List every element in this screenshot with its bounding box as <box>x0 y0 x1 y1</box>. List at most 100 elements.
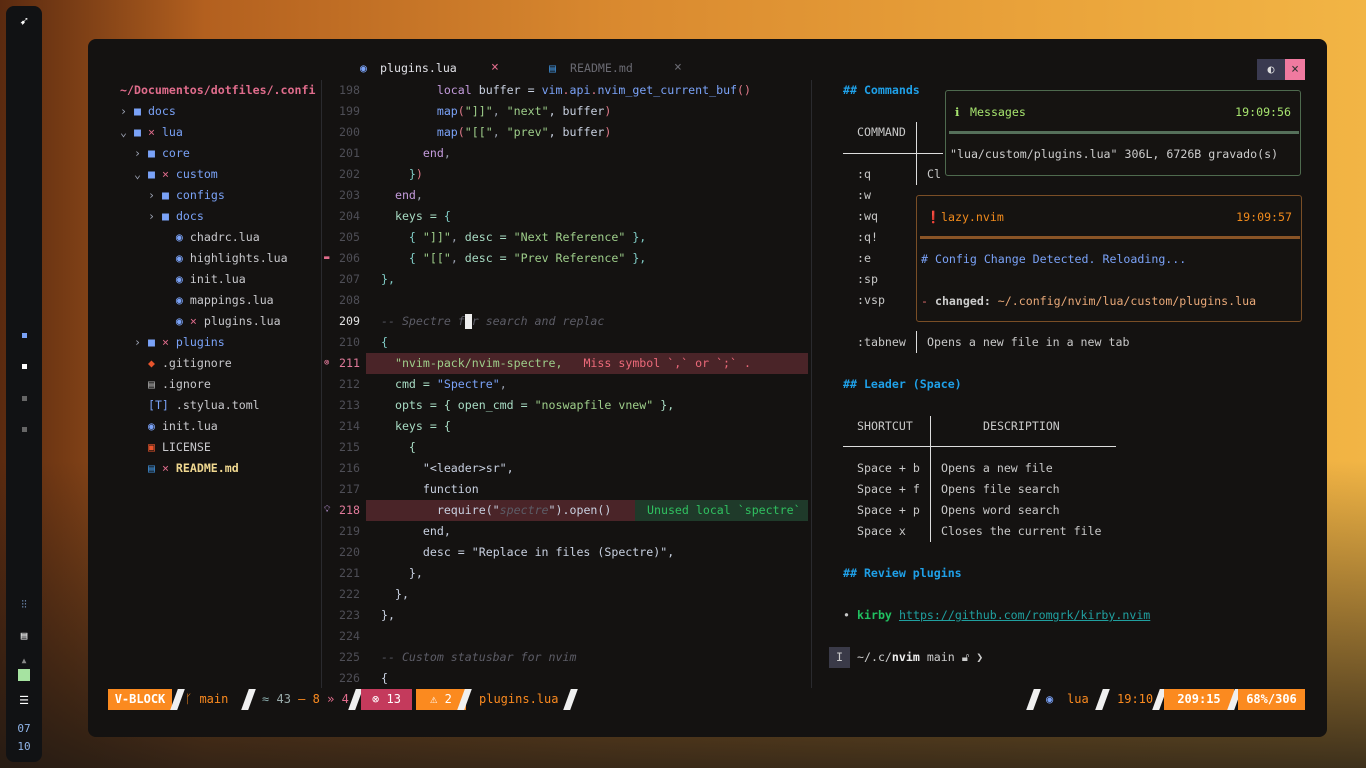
tree-item[interactable]: ◉ × plugins.lua <box>148 311 281 332</box>
tab-plugins-lua[interactable]: plugins.lua <box>380 61 457 75</box>
sliders-icon[interactable]: ☰ <box>6 694 42 707</box>
tree-item[interactable]: › ■ docs <box>148 206 204 227</box>
modified-icon: × <box>161 461 176 475</box>
code-line[interactable]: require("spectre").open() <box>381 500 612 521</box>
diagnostic-message: Unused local `spectre` <box>635 500 808 521</box>
tree-item[interactable]: › ■ docs <box>120 101 176 122</box>
line-number: 226 <box>339 671 360 685</box>
tree-item[interactable]: ◉ chadrc.lua <box>148 227 260 248</box>
notification-lazy[interactable]: ❗ lazy.nvim 19:09:57 # Config Change Det… <box>916 195 1302 322</box>
code-line[interactable]: "<leader>sr", <box>381 458 514 479</box>
shortcut-key: Space + p <box>857 503 920 517</box>
notification-messages[interactable]: ℹ Messages 19:09:56 "lua/custom/plugins.… <box>945 90 1301 176</box>
workspace-2-icon[interactable] <box>6 359 42 372</box>
code-line[interactable]: -- Custom statusbar for nvim <box>381 647 576 668</box>
warning-count[interactable]: 2 <box>445 692 452 706</box>
tree-item[interactable]: › ■ configs <box>148 185 225 206</box>
code-line[interactable]: function <box>381 479 479 500</box>
code-line[interactable]: cmd = "Spectre", <box>381 374 507 395</box>
tab-close-button[interactable]: × <box>674 60 682 75</box>
line-number: 216 <box>339 461 360 475</box>
code-line[interactable]: keys = { <box>381 416 451 437</box>
audio-icon[interactable]: ⫶⫶ <box>6 598 42 612</box>
tree-item[interactable]: ⌄ ■ × lua <box>120 122 183 143</box>
separator <box>1095 689 1110 710</box>
code-line[interactable]: "nvim-pack/nvim-spectre, Miss symbol `,`… <box>381 353 751 374</box>
code-line[interactable]: { <box>381 437 416 458</box>
tree-item[interactable]: ◉ highlights.lua <box>148 248 288 269</box>
chevron-right-icon: › <box>148 209 162 223</box>
workspace-4-icon[interactable] <box>6 422 42 435</box>
code-line[interactable]: local buffer = vim.api.nvim_get_current_… <box>381 80 751 101</box>
tree-item[interactable]: ◉ mappings.lua <box>148 290 274 311</box>
tab-readme-md[interactable]: README.md <box>570 61 633 75</box>
warning-icon: ⚠ <box>430 692 438 706</box>
tree-item-label: init.lua <box>161 419 218 433</box>
code-line[interactable]: }, <box>381 605 395 626</box>
workspace-3-icon[interactable] <box>6 391 42 404</box>
clock-minute: 10 <box>17 740 31 753</box>
code-token: { <box>408 230 423 244</box>
code-line[interactable]: }, <box>381 563 423 584</box>
workspace-1-icon[interactable] <box>6 328 42 341</box>
tree-item[interactable]: ◆ .gitignore <box>134 353 232 374</box>
toggle-icon[interactable]: ◐ <box>1257 59 1285 80</box>
folder-icon: ■ <box>147 167 162 181</box>
code-line[interactable]: keys = { <box>381 206 451 227</box>
code-line[interactable]: }) <box>381 164 423 185</box>
command-tabnew-desc: Opens a new file in a new tab <box>927 335 1130 349</box>
code-line[interactable]: { <box>381 668 388 689</box>
code-line[interactable]: }, <box>381 584 409 605</box>
code-line[interactable]: desc = "Replace in files (Spectre)", <box>381 542 674 563</box>
tree-item-label: docs <box>175 209 204 223</box>
clock-hour: 07 <box>17 722 31 735</box>
tree-item[interactable]: ▤ × README.md <box>134 458 239 479</box>
battery-icon[interactable]: ▤ <box>6 629 42 642</box>
error-count[interactable]: 13 <box>387 692 401 706</box>
code-line[interactable]: { "[[", desc = "Prev Reference" }, <box>381 248 646 269</box>
code-line[interactable]: end, <box>381 143 451 164</box>
tree-item[interactable]: ▣ LICENSE <box>134 437 211 458</box>
code-line[interactable]: end, <box>381 521 451 542</box>
tree-item[interactable]: ▤ .ignore <box>134 374 211 395</box>
table-separator <box>916 331 917 353</box>
arch-logo-icon[interactable]: ➹ <box>6 14 42 30</box>
split-divider[interactable] <box>811 80 812 688</box>
tree-item[interactable]: ⌄ ■ × custom <box>134 164 218 185</box>
modified-icon: × <box>161 335 176 349</box>
lua-icon: ◉ <box>175 230 190 244</box>
plugin-link[interactable]: https://github.com/romgrk/kirby.nvim <box>899 605 1150 626</box>
table-rule <box>843 153 943 154</box>
code-line[interactable]: { <box>381 332 388 353</box>
code-line[interactable]: map("[[", "prev", buffer) <box>381 122 612 143</box>
git-branch-icon: ᚴ <box>185 692 193 706</box>
table-separator <box>930 416 931 542</box>
tree-item[interactable]: ◉ init.lua <box>148 269 246 290</box>
added-icon: ≈ <box>262 692 270 706</box>
shortcut-desc: Opens file search <box>941 482 1060 496</box>
command-key: :vsp <box>857 293 885 307</box>
tab-close-button[interactable]: × <box>491 60 499 75</box>
tree-item[interactable]: › ■ × plugins <box>134 332 225 353</box>
tree-item[interactable]: ◉ init.lua <box>134 416 218 437</box>
tree-item-label: highlights.lua <box>189 251 288 265</box>
code-token: ( <box>457 125 465 139</box>
git-branch[interactable]: main <box>199 692 228 706</box>
code-line[interactable]: }, <box>381 269 395 290</box>
tree-item-label: init.lua <box>189 272 246 286</box>
tree-item[interactable]: › ■ core <box>134 143 190 164</box>
code-line[interactable]: { "]]", desc = "Next Reference" }, <box>381 227 646 248</box>
close-button[interactable]: × <box>1285 59 1305 80</box>
code-line[interactable]: end, <box>381 185 423 206</box>
code-line[interactable]: -- Spectre for search and replac <box>381 311 604 332</box>
code-line[interactable]: map("]]", "next", buffer) <box>381 101 612 122</box>
arrow-up-icon[interactable]: ▲ <box>6 656 42 665</box>
code-line[interactable]: opts = { open_cmd = "noswapfile vnew" }, <box>381 395 674 416</box>
tree-item-label: lua <box>161 125 183 139</box>
heading-commands: ## Commands <box>843 83 920 97</box>
notification-heading: # Config Change Detected. Reloading... <box>921 252 1187 266</box>
command-key: :q! <box>857 230 878 244</box>
tree-item[interactable]: [T] .stylua.toml <box>134 395 260 416</box>
